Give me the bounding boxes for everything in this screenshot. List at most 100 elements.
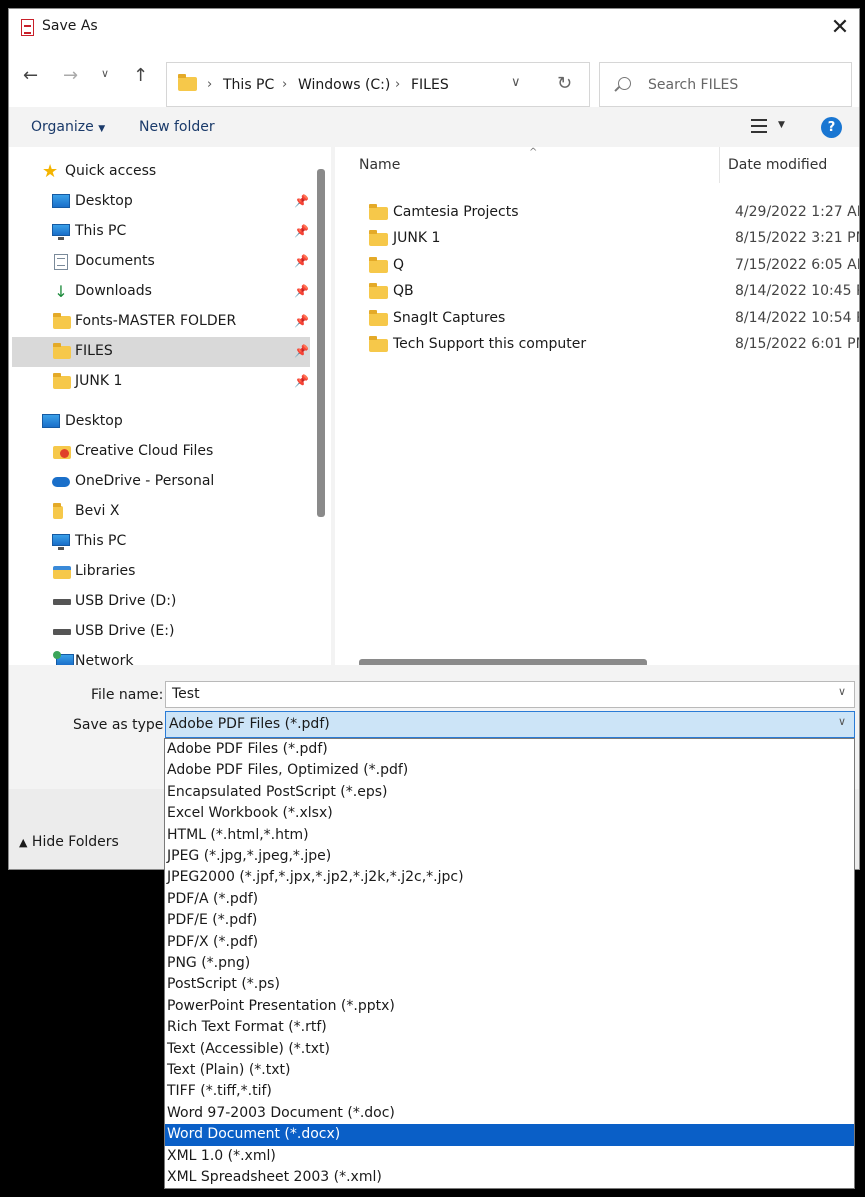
dropdown-option[interactable]: XML Spreadsheet 2003 (*.xml) (165, 1167, 854, 1188)
search-box[interactable] (599, 62, 852, 107)
nav-item-desktop-pinned[interactable]: Desktop 📌 (12, 187, 310, 217)
nav-label: Documents (75, 253, 155, 269)
dropdown-option[interactable]: TIFF (*.tiff,*.tif) (165, 1081, 854, 1102)
search-input[interactable] (648, 73, 838, 97)
dropdown-option[interactable]: Text (Plain) (*.txt) (165, 1060, 854, 1081)
sort-ascending-icon: ^ (529, 147, 538, 158)
file-date: 8/14/2022 10:45 PM (735, 283, 859, 299)
organize-button[interactable]: Organize ▼ (31, 119, 105, 135)
nav-item-this-pc-pinned[interactable]: This PC 📌 (12, 217, 310, 247)
recent-locations-button[interactable]: ∨ (101, 67, 109, 80)
nav-label: FILES (75, 343, 113, 359)
close-icon: ✕ (830, 15, 850, 40)
dropdown-option[interactable]: HTML (*.html,*.htm) (165, 825, 854, 846)
pin-icon: 📌 (294, 374, 309, 388)
nav-item-onedrive[interactable]: OneDrive - Personal (12, 467, 310, 497)
dropdown-option[interactable]: PostScript (*.ps) (165, 974, 854, 995)
save-as-type-label: Save as type: (73, 717, 169, 733)
dropdown-option[interactable]: Adobe PDF Files, Optimized (*.pdf) (165, 760, 854, 781)
dropdown-option[interactable]: JPEG2000 (*.jpf,*.jpx,*.jp2,*.j2k,*.j2c,… (165, 867, 854, 888)
dropdown-option[interactable]: Text (Accessible) (*.txt) (165, 1039, 854, 1060)
nav-scrollbar-thumb[interactable] (317, 169, 325, 517)
dropdown-option[interactable]: PDF/A (*.pdf) (165, 889, 854, 910)
pin-icon: 📌 (294, 284, 309, 298)
address-bar[interactable]: › This PC › Windows (C:) › FILES ∨ ↻ (166, 62, 590, 107)
nav-item-desktop-root[interactable]: Desktop (12, 407, 310, 437)
dropdown-option[interactable]: PNG (*.png) (165, 953, 854, 974)
nav-item-bevi-x[interactable]: Bevi X (12, 497, 310, 527)
file-name: QB (393, 283, 414, 299)
file-row[interactable]: SnagIt Captures 8/14/2022 10:54 PM (355, 306, 859, 332)
view-options-icon[interactable] (751, 119, 767, 133)
chevron-down-icon[interactable]: ∨ (838, 685, 846, 698)
arrow-up-icon: ↑ (133, 65, 149, 86)
file-date: 8/15/2022 6:01 PM (735, 336, 860, 352)
nav-label: USB Drive (E:) (75, 623, 175, 639)
folder-icon (53, 503, 63, 519)
dropdown-option[interactable]: XML 1.0 (*.xml) (165, 1146, 854, 1167)
nav-item-network[interactable]: Network (12, 647, 310, 665)
nav-item-this-pc-root[interactable]: This PC (12, 527, 310, 557)
hide-folders-label: Hide Folders (31, 834, 119, 850)
nav-label: Downloads (75, 283, 152, 299)
save-as-type-select[interactable]: Adobe PDF Files (*.pdf) ∨ (165, 711, 855, 738)
file-row[interactable]: JUNK 1 8/15/2022 3:21 PM (355, 226, 859, 252)
breadcrumb-this-pc[interactable]: This PC (223, 77, 274, 93)
refresh-icon[interactable]: ↻ (557, 73, 572, 94)
new-folder-button[interactable]: New folder (139, 119, 215, 135)
nav-label: Creative Cloud Files (75, 443, 214, 459)
folder-icon (53, 343, 71, 359)
nav-item-creative-cloud-files[interactable]: Creative Cloud Files (12, 437, 310, 467)
dropdown-option[interactable]: PDF/X (*.pdf) (165, 932, 854, 953)
back-button[interactable]: ← (23, 65, 38, 86)
dropdown-option[interactable]: PowerPoint Presentation (*.pptx) (165, 996, 854, 1017)
nav-item-usb-drive-e[interactable]: USB Drive (E:) (12, 617, 310, 647)
folder-icon (369, 204, 388, 220)
column-header-name[interactable]: Name (359, 157, 400, 173)
breadcrumb-windows-c[interactable]: Windows (C:) (298, 77, 390, 93)
dropdown-option[interactable]: Rich Text Format (*.rtf) (165, 1017, 854, 1038)
nav-item-downloads[interactable]: ↓ Downloads 📌 (12, 277, 310, 307)
folder-icon (53, 373, 71, 389)
dropdown-option[interactable]: Excel Workbook (*.xlsx) (165, 803, 854, 824)
column-divider[interactable] (719, 147, 720, 183)
nav-item-fonts-master-folder[interactable]: Fonts-MASTER FOLDER 📌 (12, 307, 310, 337)
nav-item-usb-drive-d[interactable]: USB Drive (D:) (12, 587, 310, 617)
breadcrumb-files[interactable]: FILES (411, 77, 449, 93)
caret-down-icon[interactable]: ▼ (778, 120, 785, 130)
address-dropdown-button[interactable]: ∨ (511, 75, 521, 90)
nav-item-junk-1[interactable]: JUNK 1 📌 (12, 367, 310, 397)
dropdown-option[interactable]: Word Document (*.docx) (165, 1124, 854, 1146)
nav-quick-access[interactable]: ★ Quick access (12, 157, 310, 187)
nav-label: This PC (75, 533, 127, 549)
file-row[interactable]: Camtesia Projects 4/29/2022 1:27 AM (355, 200, 859, 226)
forward-button[interactable]: → (63, 65, 78, 86)
file-row[interactable]: Q 7/15/2022 6:05 AM (355, 253, 859, 279)
arrow-right-icon: → (63, 65, 79, 86)
file-date: 8/14/2022 10:54 PM (735, 310, 859, 326)
file-name-field[interactable]: Test ∨ (165, 681, 855, 708)
usb-drive-icon (53, 599, 71, 605)
column-header-date-modified[interactable]: Date modified (728, 157, 827, 173)
up-button[interactable]: ↑ (133, 65, 148, 86)
pin-icon: 📌 (294, 194, 309, 208)
dropdown-option[interactable]: Encapsulated PostScript (*.eps) (165, 782, 854, 803)
computer-icon (52, 224, 70, 240)
chevron-down-icon[interactable]: ∨ (838, 715, 846, 728)
dropdown-option[interactable]: Word 97-2003 Document (*.doc) (165, 1103, 854, 1124)
help-button[interactable]: ? (821, 117, 842, 138)
hide-folders-button[interactable]: ▲ Hide Folders (19, 834, 119, 850)
file-row[interactable]: Tech Support this computer 8/15/2022 6:0… (355, 332, 860, 358)
dropdown-option[interactable]: JPEG (*.jpg,*.jpeg,*.jpe) (165, 846, 854, 867)
dropdown-option[interactable]: Adobe PDF Files (*.pdf) (165, 739, 854, 760)
usb-drive-icon (53, 629, 71, 635)
folder-icon (369, 230, 388, 246)
file-row[interactable]: QB 8/14/2022 10:45 PM (355, 279, 859, 305)
nav-item-libraries[interactable]: Libraries (12, 557, 310, 587)
desktop-icon (52, 194, 70, 208)
nav-item-files[interactable]: FILES 📌 (12, 337, 310, 367)
pin-icon: 📌 (294, 254, 309, 268)
dropdown-option[interactable]: PDF/E (*.pdf) (165, 910, 854, 931)
close-button[interactable]: ✕ (823, 13, 857, 43)
nav-item-documents[interactable]: Documents 📌 (12, 247, 310, 277)
